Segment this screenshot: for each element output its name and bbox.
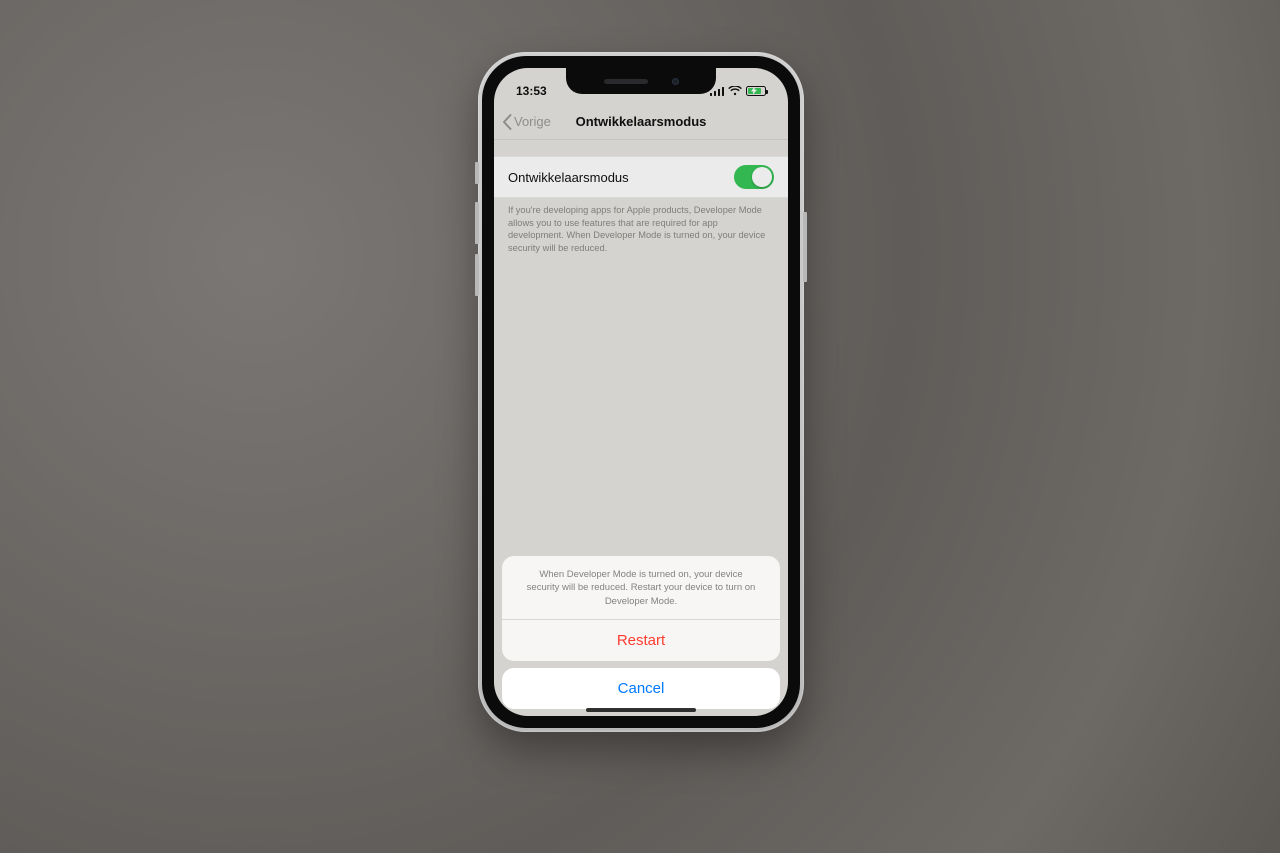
front-camera-icon [672, 78, 679, 85]
toggle-knob [752, 167, 772, 187]
back-button[interactable]: Vorige [502, 114, 551, 130]
wifi-icon [728, 86, 742, 96]
action-sheet-group: When Developer Mode is turned on, your d… [502, 556, 780, 661]
navigation-bar: Vorige Ontwikkelaarsmodus [494, 104, 788, 140]
phone-bezel: 13:53 [482, 56, 800, 728]
restart-button[interactable]: Restart [502, 620, 780, 661]
status-icons [710, 86, 766, 96]
screen: 13:53 [494, 68, 788, 716]
mute-switch [475, 162, 479, 184]
action-sheet: When Developer Mode is turned on, your d… [502, 556, 780, 709]
side-power-button [803, 212, 807, 282]
notch [566, 68, 716, 94]
volume-up-button [475, 202, 479, 244]
earpiece-speaker [604, 79, 648, 84]
action-sheet-message: When Developer Mode is turned on, your d… [502, 556, 780, 620]
action-sheet-cancel-group: Cancel [502, 668, 780, 709]
chevron-left-icon [502, 114, 512, 130]
home-indicator[interactable] [586, 708, 696, 712]
developer-mode-footer: If you're developing apps for Apple prod… [494, 198, 788, 254]
developer-mode-toggle[interactable] [734, 165, 774, 189]
phone-chassis: 13:53 [478, 52, 804, 732]
cancel-button[interactable]: Cancel [502, 668, 780, 709]
volume-down-button [475, 254, 479, 296]
back-label: Vorige [514, 114, 551, 129]
status-time: 13:53 [516, 84, 547, 98]
page-title: Ontwikkelaarsmodus [576, 114, 707, 129]
developer-mode-label: Ontwikkelaarsmodus [508, 170, 629, 185]
battery-charging-icon [746, 86, 766, 96]
phone-mockup: 13:53 [478, 52, 804, 732]
developer-mode-row: Ontwikkelaarsmodus [494, 156, 788, 198]
